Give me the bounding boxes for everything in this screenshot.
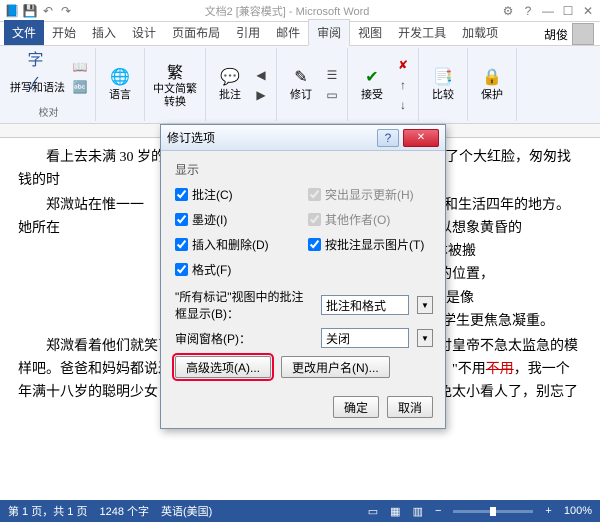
tab-file[interactable]: 文件 [4, 20, 44, 45]
prev-comment-icon[interactable]: ◀ [252, 66, 270, 84]
document-title: 文档2 [兼容模式] - Microsoft Word [74, 3, 500, 19]
dialog-close-button[interactable]: ✕ [403, 129, 439, 147]
save-button[interactable]: 💾 [22, 3, 38, 19]
status-language[interactable]: 英语(美国) [161, 503, 212, 519]
combo-balloon-show[interactable]: 批注和格式 [321, 295, 409, 315]
display-icon[interactable]: ☰ [323, 66, 341, 84]
chinese-convert-button[interactable]: 繁中文简繁 转换 [151, 59, 199, 109]
undo-button[interactable]: ↶ [40, 3, 56, 19]
wordcount-icon[interactable]: 🔤 [71, 78, 89, 96]
reject-icon[interactable]: ✘ [394, 56, 412, 74]
tab-insert[interactable]: 插入 [84, 20, 124, 45]
zoom-in-icon[interactable]: + [545, 505, 551, 517]
dialog-title: 修订选项 [167, 129, 377, 146]
zoom-slider[interactable] [453, 510, 533, 513]
avatar[interactable] [572, 23, 594, 45]
pane-icon[interactable]: ▭ [323, 86, 341, 104]
spell-check-button[interactable]: 字✓拼写和语法 [8, 58, 67, 96]
settings-icon[interactable]: ⚙ [500, 3, 516, 19]
redo-button[interactable]: ↷ [58, 3, 74, 19]
track-changes-options-dialog: 修订选项 ? ✕ 显示 批注(C) 突出显示更新(H) 墨迹(I) 其他作者(O… [160, 124, 446, 429]
word-app-icon: 📘 [4, 3, 20, 19]
comments-button[interactable]: 💬批注 [212, 65, 248, 103]
prev-change-icon[interactable]: ↑ [394, 76, 412, 94]
next-change-icon[interactable]: ↓ [394, 96, 412, 114]
tab-review[interactable]: 审阅 [308, 19, 350, 46]
combo-pane-arrow[interactable]: ▼ [417, 329, 433, 347]
tab-layout[interactable]: 页面布局 [164, 20, 228, 45]
change-username-button[interactable]: 更改用户名(N)... [281, 356, 390, 378]
combo-review-pane[interactable]: 关闭 [321, 328, 409, 348]
tab-home[interactable]: 开始 [44, 20, 84, 45]
view-readmode-icon[interactable]: ▭ [368, 505, 378, 518]
tab-references[interactable]: 引用 [228, 20, 268, 45]
hide-icon[interactable]: ? [520, 3, 536, 19]
dialog-help-button[interactable]: ? [377, 129, 399, 147]
advanced-options-button[interactable]: 高级选项(A)... [175, 356, 271, 378]
combo-balloon-arrow[interactable]: ▼ [417, 296, 433, 314]
group-proofing: 校对 [8, 104, 89, 119]
chk-comments[interactable]: 批注(C) [175, 186, 300, 203]
label-review-pane: 审阅窗格(P)： [175, 330, 315, 347]
next-comment-icon[interactable]: ▶ [252, 86, 270, 104]
zoom-out-icon[interactable]: − [435, 505, 441, 517]
status-page[interactable]: 第 1 页，共 1 页 [8, 503, 87, 519]
tab-dev[interactable]: 开发工具 [390, 20, 454, 45]
tab-design[interactable]: 设计 [124, 20, 164, 45]
status-wordcount[interactable]: 1248 个字 [99, 503, 149, 519]
tab-mail[interactable]: 邮件 [268, 20, 308, 45]
section-display: 显示 [175, 161, 433, 178]
minimize-icon[interactable]: — [540, 3, 556, 19]
protect-button[interactable]: 🔒保护 [474, 65, 510, 103]
tab-view[interactable]: 视图 [350, 20, 390, 45]
language-button[interactable]: 🌐语言 [102, 65, 138, 103]
chk-picture-balloon[interactable]: 按批注显示图片(T) [308, 236, 433, 253]
view-web-icon[interactable]: ▥ [413, 505, 423, 518]
cancel-button[interactable]: 取消 [387, 396, 433, 418]
view-print-icon[interactable]: ▦ [390, 505, 400, 518]
close-icon[interactable]: ✕ [580, 3, 596, 19]
label-balloon-show: "所有标记"视图中的批注框显示(B)： [175, 288, 315, 322]
chk-insert-delete[interactable]: 插入和删除(D) [175, 236, 300, 253]
zoom-level[interactable]: 100% [564, 505, 592, 517]
tab-addins[interactable]: 加载项 [454, 20, 506, 45]
chk-ink[interactable]: 墨迹(I) [175, 211, 300, 228]
maximize-icon[interactable]: ☐ [560, 3, 576, 19]
track-changes-button[interactable]: ✎修订 [283, 65, 319, 103]
compare-button[interactable]: 📑比较 [425, 65, 461, 103]
user-name: 胡俊 [544, 26, 568, 43]
chk-other-authors: 其他作者(O) [308, 211, 433, 228]
thesaurus-icon[interactable]: 📖 [71, 58, 89, 76]
ok-button[interactable]: 确定 [333, 396, 379, 418]
chk-format[interactable]: 格式(F) [175, 261, 300, 278]
accept-button[interactable]: ✔接受 [354, 65, 390, 103]
chk-highlight-updates: 突出显示更新(H) [308, 186, 433, 203]
